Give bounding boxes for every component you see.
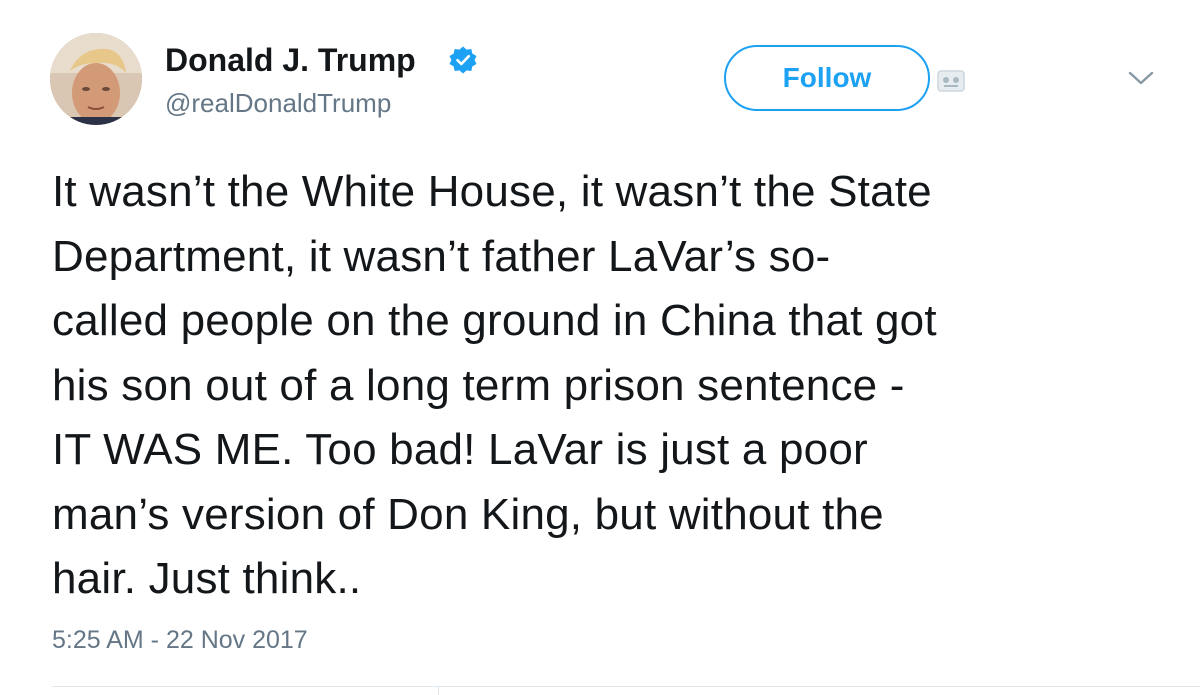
tweet-card: Donald J. Trump @realDonaldTrump Follow … (0, 0, 1200, 695)
divider (52, 686, 1200, 687)
handle[interactable]: @realDonaldTrump (165, 88, 391, 118)
tweet-text-line: It wasn’t the White House, it wasn’t the… (52, 167, 932, 216)
timestamp[interactable]: 5:25 AM - 22 Nov 2017 (52, 625, 308, 655)
divider-tick (438, 686, 439, 695)
avatar[interactable] (50, 33, 142, 125)
chevron-down-icon[interactable] (1126, 68, 1156, 88)
tweet-text-line: hair. Just think.. (52, 554, 362, 603)
display-name[interactable]: Donald J. Trump (165, 42, 416, 78)
tweet-text-line: IT WAS ME. Too bad! LaVar is just a poor (52, 425, 868, 474)
tweet-text: It wasn’t the White House, it wasn’t the… (52, 160, 1172, 612)
follow-button[interactable]: Follow (724, 45, 930, 111)
tweet-text-line: his son out of a long term prison senten… (52, 360, 905, 410)
tweet-text-line: called people on the ground in China tha… (52, 296, 937, 345)
tweet-text-line: man’s version of Don King, but without t… (52, 489, 884, 539)
tweet-text-line: Department, it wasn’t father LaVar’s so- (52, 231, 831, 281)
notification-icon[interactable] (936, 68, 966, 94)
verified-badge-icon (449, 46, 477, 74)
